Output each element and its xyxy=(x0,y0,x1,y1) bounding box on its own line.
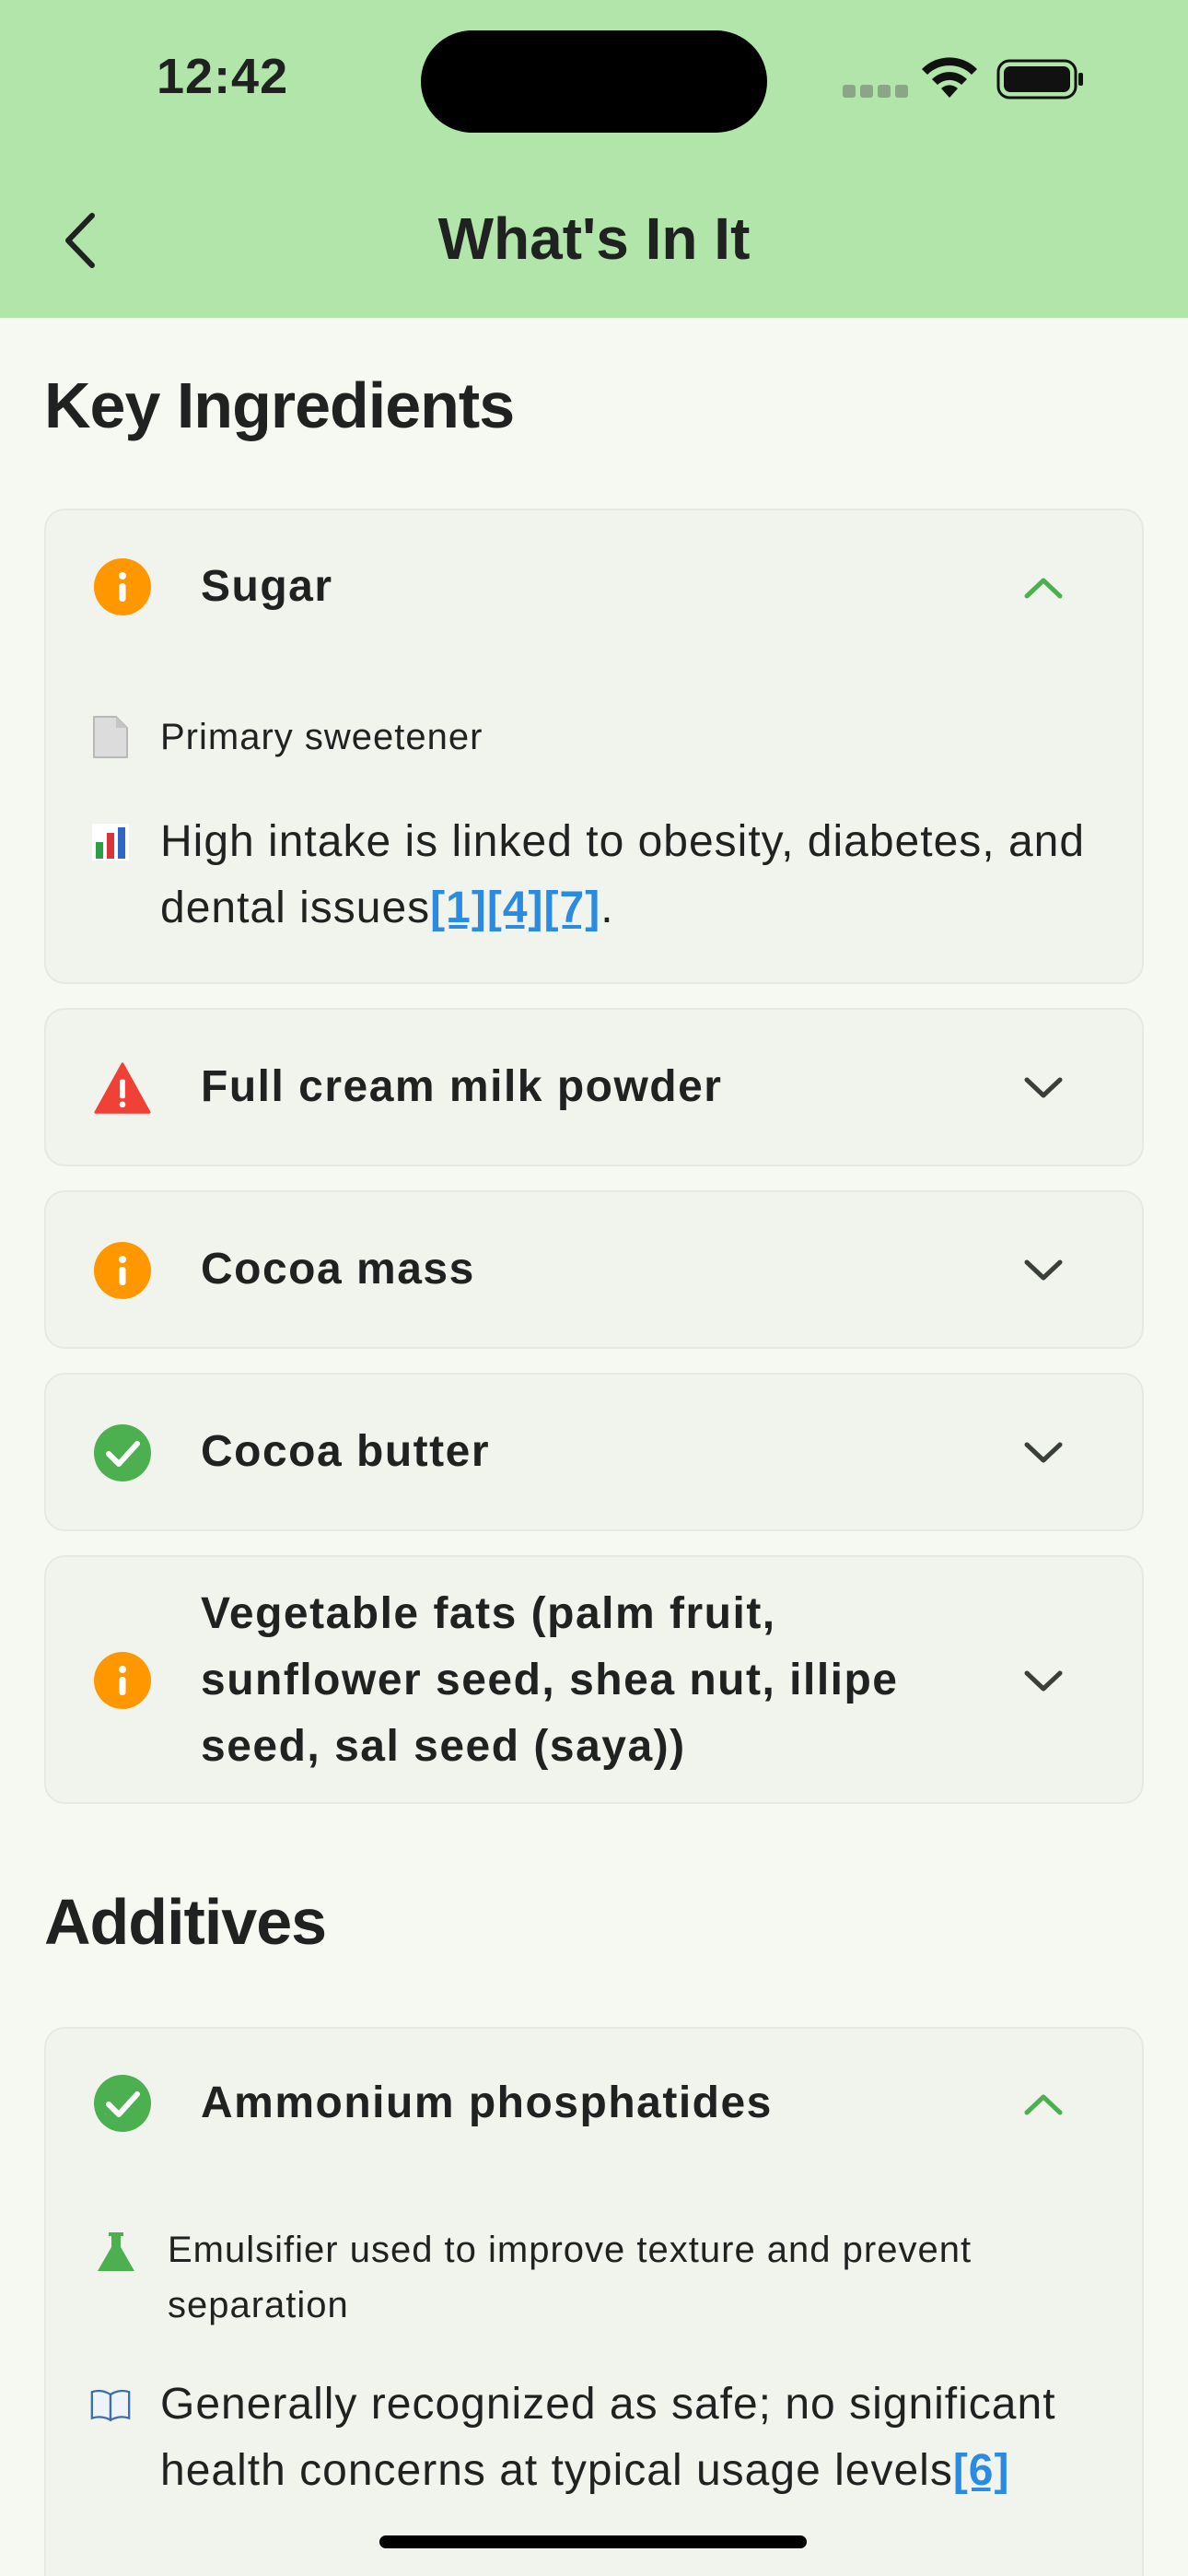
dynamic-island xyxy=(421,30,767,133)
warning-icon xyxy=(94,1060,151,1117)
flask-icon xyxy=(96,2230,136,2274)
home-indicator[interactable] xyxy=(379,2535,807,2548)
reference-link[interactable]: [4] xyxy=(487,884,544,932)
info-icon xyxy=(94,558,151,615)
chevron-down-icon[interactable] xyxy=(1022,1660,1065,1703)
ingredient-name: Vegetable fats (palm fruit, sunflower se… xyxy=(201,1589,899,1771)
document-icon xyxy=(90,715,131,759)
additives-heading: Additives xyxy=(44,1886,327,1958)
ingredient-name: Full cream milk powder xyxy=(201,1062,723,1111)
ingredient-name: Cocoa butter xyxy=(201,1427,491,1476)
page-title: What's In It xyxy=(437,205,751,272)
ingredient-card-cocoa-mass[interactable]: Cocoa mass xyxy=(44,1190,1144,1349)
additive-name: Ammonium phosphatides xyxy=(201,2078,773,2127)
wifi-icon xyxy=(922,57,977,98)
ingredient-header-sugar[interactable]: Sugar xyxy=(46,510,1142,658)
status-time: 12:42 xyxy=(157,49,289,104)
chevron-down-icon[interactable] xyxy=(1022,1067,1065,1109)
check-icon xyxy=(94,1424,151,1481)
reference-link[interactable]: [6] xyxy=(953,2446,1010,2495)
detail-text: Generally recognized as safe; no signifi… xyxy=(160,2380,1056,2495)
app-header: 12:42 What's In It xyxy=(0,0,1188,318)
chevron-down-icon[interactable] xyxy=(1022,1249,1065,1292)
additive-card-ammonium-phosphatides: Ammonium phosphatides Emulsifier used to… xyxy=(44,2027,1144,2576)
check-icon xyxy=(94,2075,151,2132)
chevron-up-icon[interactable] xyxy=(1022,567,1065,609)
ingredient-card-cocoa-butter[interactable]: Cocoa butter xyxy=(44,1373,1144,1531)
ingredient-card-vegetable-fats[interactable]: Vegetable fats (palm fruit, sunflower se… xyxy=(44,1555,1144,1804)
info-icon xyxy=(94,1652,151,1709)
key-ingredients-heading: Key Ingredients xyxy=(44,369,515,441)
additive-detail: Generally recognized as safe; no signifi… xyxy=(160,2371,1109,2504)
detail-suffix: . xyxy=(600,884,614,932)
chevron-down-icon[interactable] xyxy=(1022,1432,1065,1474)
ingredient-name: Sugar xyxy=(201,562,333,611)
reference-link[interactable]: [7] xyxy=(544,884,601,932)
battery-icon xyxy=(996,59,1083,100)
book-icon xyxy=(90,2383,131,2427)
chevron-up-icon[interactable] xyxy=(1022,2083,1065,2125)
ingredient-card-sugar: Sugar Primary sweetener High intake is l… xyxy=(44,509,1144,984)
bar-chart-icon xyxy=(90,820,131,864)
ingredient-detail: High intake is linked to obesity, diabet… xyxy=(160,809,1109,942)
additive-header[interactable]: Ammonium phosphatides xyxy=(46,2029,1142,2176)
ingredient-card-milk-powder[interactable]: Full cream milk powder xyxy=(44,1008,1144,1166)
ingredient-name: Cocoa mass xyxy=(201,1245,475,1294)
cellular-signal-icon xyxy=(843,85,908,98)
info-icon xyxy=(94,1242,151,1299)
detail-text: High intake is linked to obesity, diabet… xyxy=(160,817,1086,932)
ingredient-detail: Primary sweetener xyxy=(160,717,483,757)
reference-link[interactable]: [1] xyxy=(430,884,487,932)
additive-detail: Emulsifier used to improve texture and p… xyxy=(168,2230,973,2325)
